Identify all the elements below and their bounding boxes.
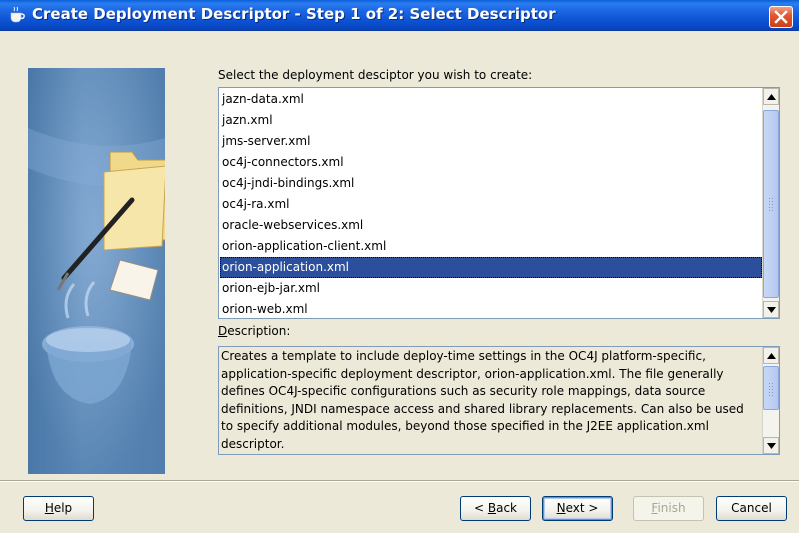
close-button[interactable] xyxy=(769,6,793,28)
title-bar[interactable]: Create Deployment Descriptor - Step 1 of… xyxy=(0,0,799,31)
descriptor-list-scrollbar[interactable] xyxy=(762,88,779,318)
button-separator xyxy=(0,480,799,482)
scroll-down-button[interactable] xyxy=(763,301,779,318)
next-button[interactable]: Next > xyxy=(542,496,613,521)
desc-scroll-thumb[interactable] xyxy=(763,366,779,410)
description-box[interactable]: Creates a template to include deploy-tim… xyxy=(218,346,780,455)
grip-icon xyxy=(768,382,775,396)
desc-scroll-down-button[interactable] xyxy=(763,437,779,454)
coffee-cup-icon xyxy=(9,6,27,23)
list-item[interactable]: orion-ejb-jar.xml xyxy=(220,278,762,299)
list-item[interactable]: oracle-webservices.xml xyxy=(220,215,762,236)
help-button[interactable]: Help xyxy=(23,496,94,521)
list-item[interactable]: oc4j-ra.xml xyxy=(220,194,762,215)
cancel-button[interactable]: Cancel xyxy=(716,496,787,521)
description-text: Creates a template to include deploy-tim… xyxy=(221,349,744,451)
descriptor-list-label: Select the deployment desciptor you wish… xyxy=(218,68,533,82)
close-icon xyxy=(774,10,788,24)
arrow-down-icon xyxy=(767,443,776,449)
scroll-thumb[interactable] xyxy=(763,110,779,298)
list-item[interactable]: oc4j-connectors.xml xyxy=(220,152,762,173)
list-item[interactable]: jazn.xml xyxy=(220,110,762,131)
list-item[interactable]: jazn-data.xml xyxy=(220,89,762,110)
arrow-up-icon xyxy=(767,94,776,100)
back-button[interactable]: < Back xyxy=(460,496,531,521)
list-item[interactable]: orion-application-client.xml xyxy=(220,236,762,257)
window-title: Create Deployment Descriptor - Step 1 of… xyxy=(32,5,556,23)
descriptor-listbox[interactable]: jazn-data.xml jazn.xml jms-server.xml oc4j-… xyxy=(218,87,780,319)
desc-scroll-up-button[interactable] xyxy=(763,347,779,364)
description-label: Description: xyxy=(218,324,291,338)
description-scrollbar[interactable] xyxy=(762,347,779,454)
scroll-up-button[interactable] xyxy=(763,88,779,105)
finish-button[interactable]: Finish xyxy=(633,496,704,521)
wizard-folder-illustration xyxy=(28,68,165,474)
list-item[interactable]: jms-server.xml xyxy=(220,131,762,152)
grip-icon xyxy=(768,197,775,211)
list-item[interactable]: orion-application.xml xyxy=(220,257,762,278)
arrow-up-icon xyxy=(767,353,776,359)
list-item[interactable]: orion-web.xml xyxy=(220,299,762,318)
arrow-down-icon xyxy=(767,307,776,313)
list-item[interactable]: oc4j-jndi-bindings.xml xyxy=(220,173,762,194)
